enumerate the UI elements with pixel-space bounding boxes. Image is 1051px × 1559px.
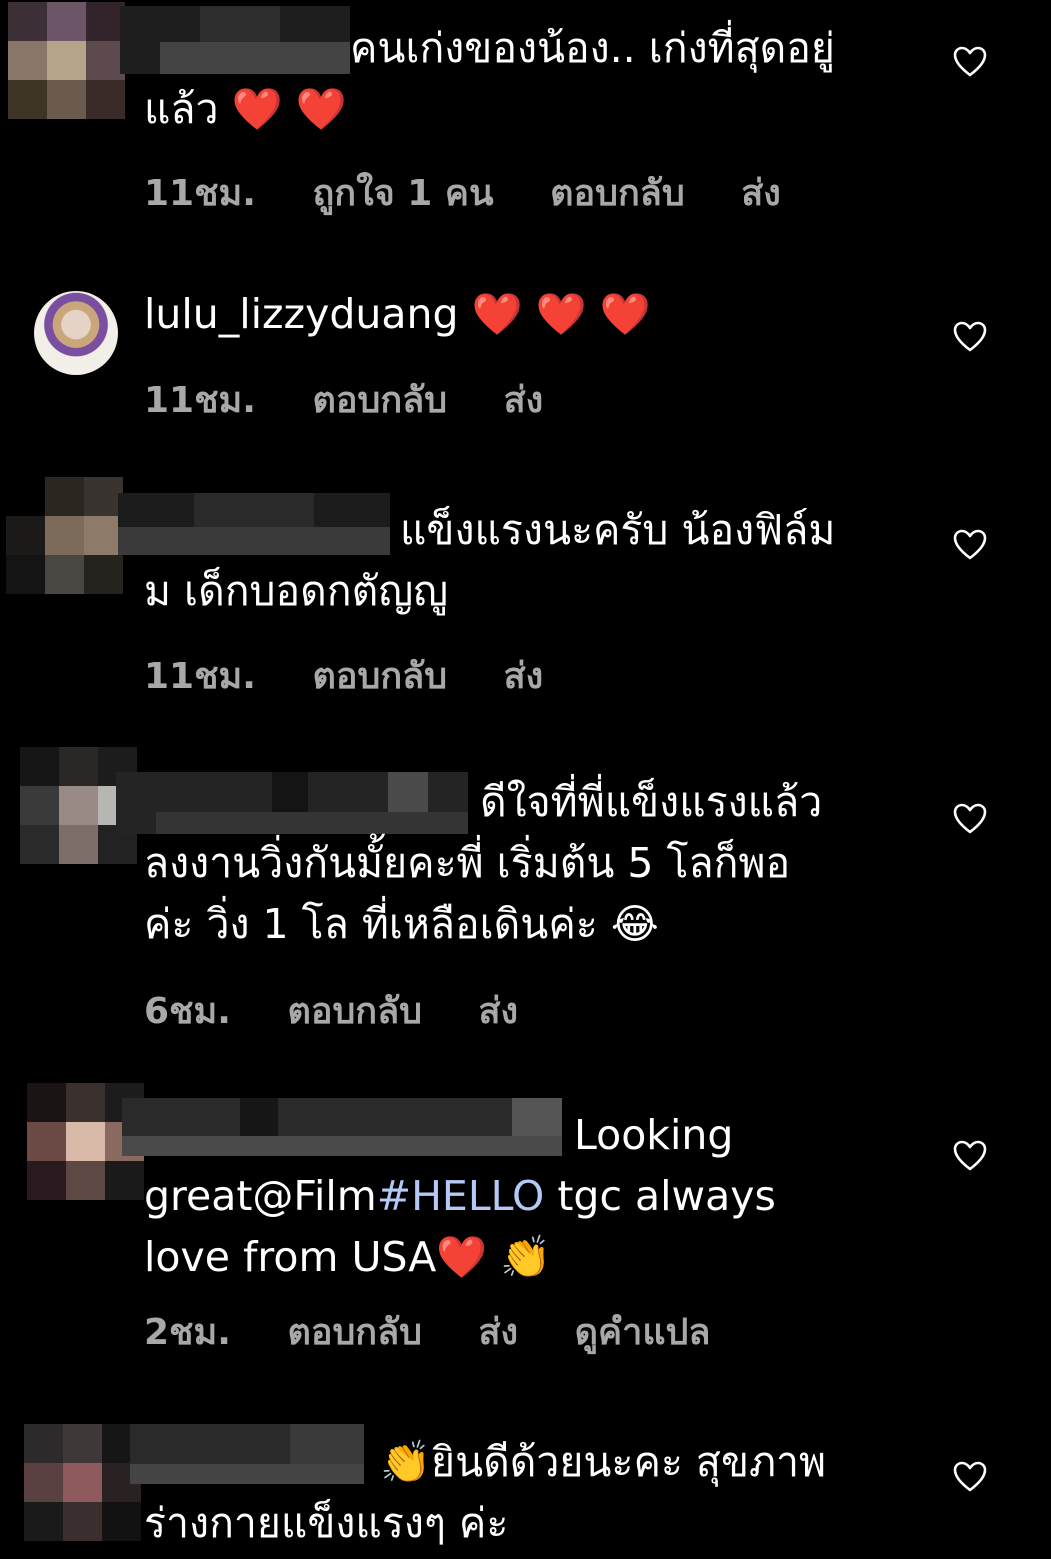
avatar[interactable] (8, 2, 125, 119)
comment-text-body: ❤️ ❤️ ❤️ (471, 290, 651, 338)
comment-meta: 11ชม. ตอบกลับ ส่ง (144, 371, 587, 428)
send-button[interactable]: ส่ง (504, 380, 544, 421)
comment-text-line: Looking (574, 1111, 734, 1159)
comment-text-line: great@Film#HELLO tgc always (144, 1166, 904, 1227)
timestamp: 6ชม. (144, 991, 231, 1032)
comment-meta: 11ชม. ถูกใจ 1 คน ตอบกลับ ส่ง (144, 164, 825, 221)
send-button[interactable]: ส่ง (479, 1312, 519, 1353)
comment-text-line: ดีใจที่พี่แข็งแรงแล้ว (480, 778, 823, 826)
comment-text-part: tgc always (544, 1172, 776, 1220)
avatar[interactable] (24, 1424, 141, 1541)
comment-text-line: 👏ยินดีด้วยนะคะ สุขภาพ (380, 1438, 827, 1486)
comment-text-line: ม เด็กบอดกตัญญู (144, 567, 449, 615)
avatar[interactable] (34, 291, 118, 375)
username[interactable]: lulu_lizzyduang (144, 290, 459, 338)
comment-text-line: แล้ว ❤️ ❤️ (144, 85, 347, 133)
reply-button[interactable]: ตอบกลับ (287, 991, 422, 1032)
timestamp: 11ชม. (144, 380, 256, 421)
avatar[interactable] (6, 477, 123, 594)
send-button[interactable]: ส่ง (741, 173, 781, 214)
comment-text-line: ร่างกายแข็งแรงๆ ค่ะ (144, 1499, 509, 1547)
comment-text: lulu_lizzyduang ❤️ ❤️ ❤️ (144, 284, 904, 345)
heart-outline-icon[interactable] (953, 529, 987, 561)
heart-outline-icon[interactable] (953, 803, 987, 835)
heart-outline-icon[interactable] (953, 46, 987, 78)
comment-text-part: great@Film (144, 1172, 377, 1220)
reply-button[interactable]: ตอบกลับ (287, 1312, 422, 1353)
comment-text: คนเก่งของน้อง.. เก่งที่สุดอยู่ แล้ว ❤️ ❤… (144, 18, 904, 140)
reply-button[interactable]: ตอบกลับ (550, 173, 685, 214)
heart-outline-icon[interactable] (953, 1461, 987, 1493)
heart-outline-icon[interactable] (953, 321, 987, 353)
comment-text-line: แข็งแรงนะครับ น้องฟิล์ม (400, 506, 836, 554)
timestamp: 11ชม. (144, 173, 256, 214)
comment-text: แข็งแรงนะครับ น้องฟิล์ม ม เด็กบอดกตัญญู (144, 500, 904, 622)
reply-button[interactable]: ตอบกลับ (312, 656, 447, 697)
reply-button[interactable]: ตอบกลับ (312, 380, 447, 421)
comment-meta: 11ชม. ตอบกลับ ส่ง (144, 647, 587, 704)
hashtag-link[interactable]: #HELLO (377, 1172, 545, 1220)
timestamp: 11ชม. (144, 656, 256, 697)
heart-outline-icon[interactable] (953, 1140, 987, 1172)
comment-meta: 2ชม. ตอบกลับ ส่ง ดูคำแปล (144, 1303, 754, 1360)
see-translation-button[interactable]: ดูคำแปล (575, 1312, 711, 1353)
comment-text-line: คนเก่งของน้อง.. เก่งที่สุดอยู่ (350, 24, 835, 72)
comment-text: Looking great@Film#HELLO tgc always love… (144, 1105, 904, 1288)
comment-text-line: love from USA❤️ 👏 (144, 1233, 552, 1281)
comment-meta: 6ชม. ตอบกลับ ส่ง (144, 982, 562, 1039)
timestamp: 2ชม. (144, 1312, 231, 1353)
send-button[interactable]: ส่ง (479, 991, 519, 1032)
likes-count-link[interactable]: ถูกใจ 1 คน (312, 173, 493, 214)
comment-text-line: ลงงานวิ่งกันมั้ยคะพี่ เริ่มต้น 5 โลก็พอ (144, 839, 791, 887)
send-button[interactable]: ส่ง (504, 656, 544, 697)
comment-text: 👏ยินดีด้วยนะคะ สุขภาพ ร่างกายแข็งแรงๆ ค่… (144, 1432, 904, 1554)
comment-text-line: ค่ะ วิ่ง 1 โล ที่เหลือเดินค่ะ 😂 (144, 900, 659, 948)
comment-text: ดีใจที่พี่แข็งแรงแล้ว ลงงานวิ่งกันมั้ยคะ… (144, 772, 904, 955)
